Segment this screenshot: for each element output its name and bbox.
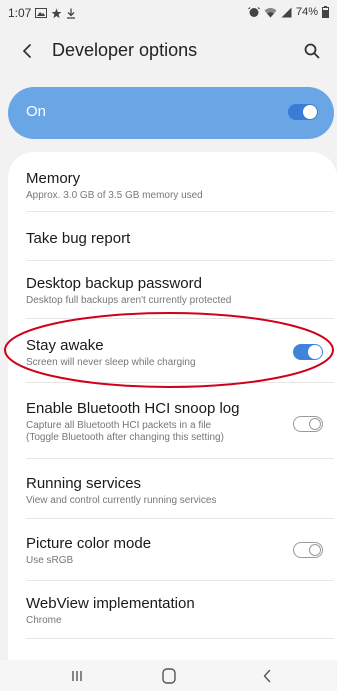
home-icon	[162, 668, 176, 684]
setting-subtitle-line2: (Toggle Bluetooth after changing this se…	[26, 432, 224, 443]
divider	[26, 211, 334, 212]
toggle-track	[293, 344, 323, 360]
stay-awake-toggle[interactable]	[293, 344, 323, 360]
setting-subtitle: View and control currently running servi…	[26, 495, 217, 506]
settings-list: Memory Approx. 3.0 GB of 3.5 GB memory u…	[8, 152, 337, 691]
setting-subtitle: Use sRGB	[26, 555, 74, 566]
divider	[26, 518, 334, 519]
download-icon	[66, 8, 76, 19]
battery-percent: 74%	[295, 6, 318, 18]
toggle-knob	[309, 543, 321, 556]
setting-title: Picture color mode	[26, 535, 152, 552]
divider	[26, 458, 334, 459]
battery-icon	[322, 6, 329, 18]
toggle-knob	[308, 345, 322, 359]
setting-title: Enable Bluetooth HCI snoop log	[26, 400, 240, 417]
setting-subtitle-line1: Capture all Bluetooth HCI packets in a f…	[26, 420, 212, 431]
setting-stay-awake[interactable]: Stay awake Screen will never sleep while…	[26, 336, 326, 369]
star-icon	[51, 8, 62, 19]
recents-icon	[72, 671, 82, 681]
setting-title: Take bug report	[26, 230, 131, 247]
setting-title: WebView implementation	[26, 595, 195, 612]
alarm-icon	[248, 6, 260, 18]
search-button[interactable]	[297, 36, 327, 66]
setting-subtitle: Approx. 3.0 GB of 3.5 GB memory used	[26, 190, 203, 201]
setting-subtitle: Screen will never sleep while charging	[26, 357, 196, 368]
status-right: 74%	[248, 6, 329, 18]
setting-title: Running services	[26, 475, 142, 492]
nav-back-button[interactable]	[252, 666, 282, 686]
toggle-track	[293, 542, 323, 558]
setting-title: Desktop backup password	[26, 275, 202, 292]
divider	[26, 638, 334, 639]
setting-picture-color-mode[interactable]: Picture color mode Use sRGB	[26, 534, 326, 567]
divider	[26, 580, 334, 581]
setting-title: Stay awake	[26, 337, 104, 354]
page-title: Developer options	[52, 40, 198, 60]
setting-webview-implementation[interactable]: WebView implementation Chrome	[26, 594, 326, 627]
toggle-track	[288, 104, 318, 120]
bluetooth-hci-toggle[interactable]	[293, 416, 323, 432]
setting-memory[interactable]: Memory Approx. 3.0 GB of 3.5 GB memory u…	[26, 169, 326, 202]
gallery-icon	[35, 8, 48, 18]
setting-desktop-backup-password[interactable]: Desktop backup password Desktop full bac…	[26, 274, 326, 307]
setting-take-bug-report[interactable]: Take bug report	[26, 229, 326, 248]
divider	[26, 318, 334, 319]
divider	[26, 382, 334, 383]
screen: 1:07 74% Developer options On Memory App…	[0, 0, 337, 691]
search-icon	[304, 43, 320, 59]
recents-button[interactable]	[62, 666, 92, 686]
toggle-knob	[303, 105, 317, 119]
wifi-icon	[264, 7, 277, 18]
master-switch-card[interactable]: On	[8, 87, 334, 139]
back-button[interactable]	[14, 36, 40, 66]
system-nav-bar	[0, 660, 337, 691]
toggle-knob	[309, 417, 321, 430]
status-time: 1:07	[8, 6, 32, 20]
status-left: 1:07	[8, 6, 76, 20]
signal-icon	[281, 7, 292, 18]
master-switch-label: On	[26, 103, 47, 120]
setting-bluetooth-hci-snoop-log[interactable]: Enable Bluetooth HCI snoop log Capture a…	[26, 399, 326, 444]
master-switch-toggle[interactable]	[288, 104, 318, 120]
status-bar: 1:07 74%	[0, 0, 337, 26]
setting-running-services[interactable]: Running services View and control curren…	[26, 474, 326, 507]
setting-title: Memory	[26, 170, 81, 187]
divider	[26, 260, 334, 261]
setting-subtitle: Chrome	[26, 615, 62, 626]
back-chevron-icon	[23, 44, 31, 58]
setting-subtitle: Desktop full backups aren't currently pr…	[26, 295, 232, 306]
home-button[interactable]	[154, 666, 184, 686]
picture-color-mode-toggle[interactable]	[293, 542, 323, 558]
toggle-track	[293, 416, 323, 432]
app-header: Developer options	[0, 30, 337, 72]
back-icon	[263, 669, 271, 683]
